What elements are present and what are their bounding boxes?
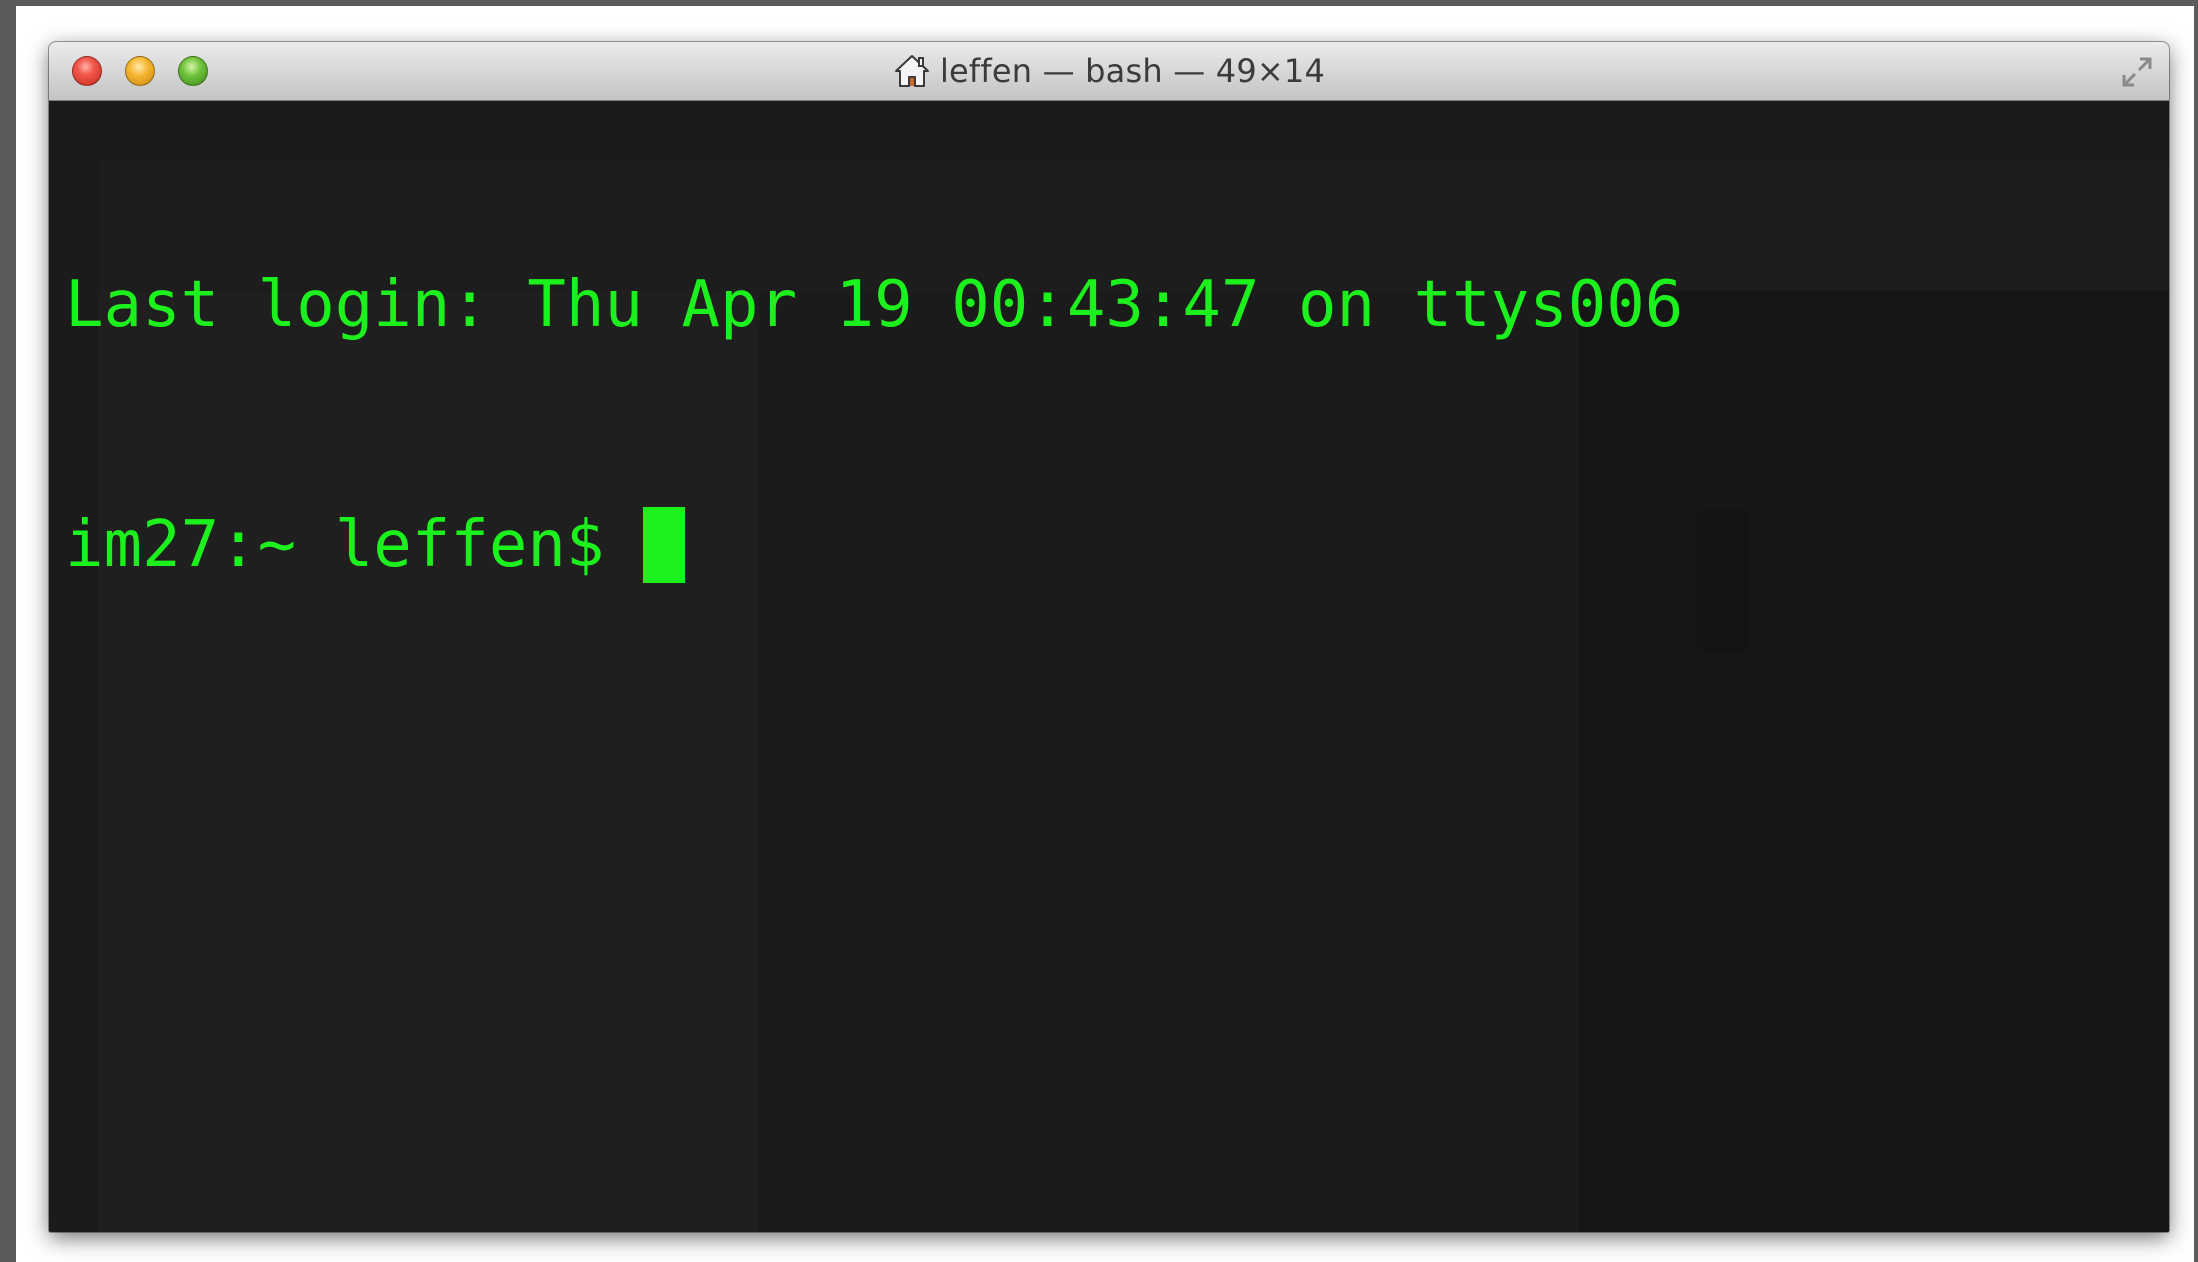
backdrop-right-edge [2194,0,2198,1262]
shell-prompt: im27:~ leffen$ [65,508,643,582]
home-icon [894,55,929,87]
window-titlebar[interactable]: leffen — bash — 49×14 [49,42,2169,101]
terminal-content-area[interactable]: ▮ Last login: Thu Apr 19 00:43:47 on tty… [49,101,2169,1232]
background-app-graphic: ▮ [1689,465,1758,666]
window-title: leffen — bash — 49×14 [939,52,1326,90]
window-title-group: leffen — bash — 49×14 [49,42,2169,100]
terminal-output: Last login: Thu Apr 19 00:43:47 on ttys0… [65,105,1683,745]
backdrop-left-edge [0,0,16,1262]
backdrop-top-edge [0,0,2198,6]
last-login-line: Last login: Thu Apr 19 00:43:47 on ttys0… [65,268,1684,342]
fullscreen-icon[interactable] [2119,54,2155,90]
prompt-line[interactable]: im27:~ leffen$ [65,505,1683,585]
text-cursor [642,507,685,583]
terminal-window: leffen — bash — 49×14 ▮ Last login: Thu … [49,42,2169,1232]
